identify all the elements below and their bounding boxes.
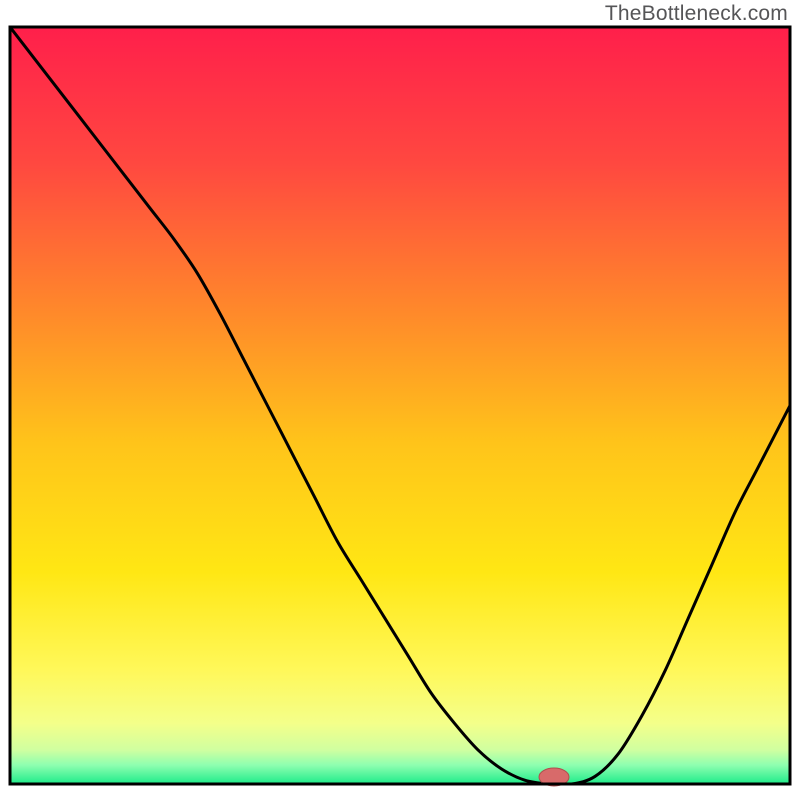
chart-container: { "watermark": "TheBottleneck.com", "plo… [0,0,800,800]
bottleneck-chart [0,0,800,800]
watermark-label: TheBottleneck.com [605,2,788,26]
gradient-background [10,27,790,784]
